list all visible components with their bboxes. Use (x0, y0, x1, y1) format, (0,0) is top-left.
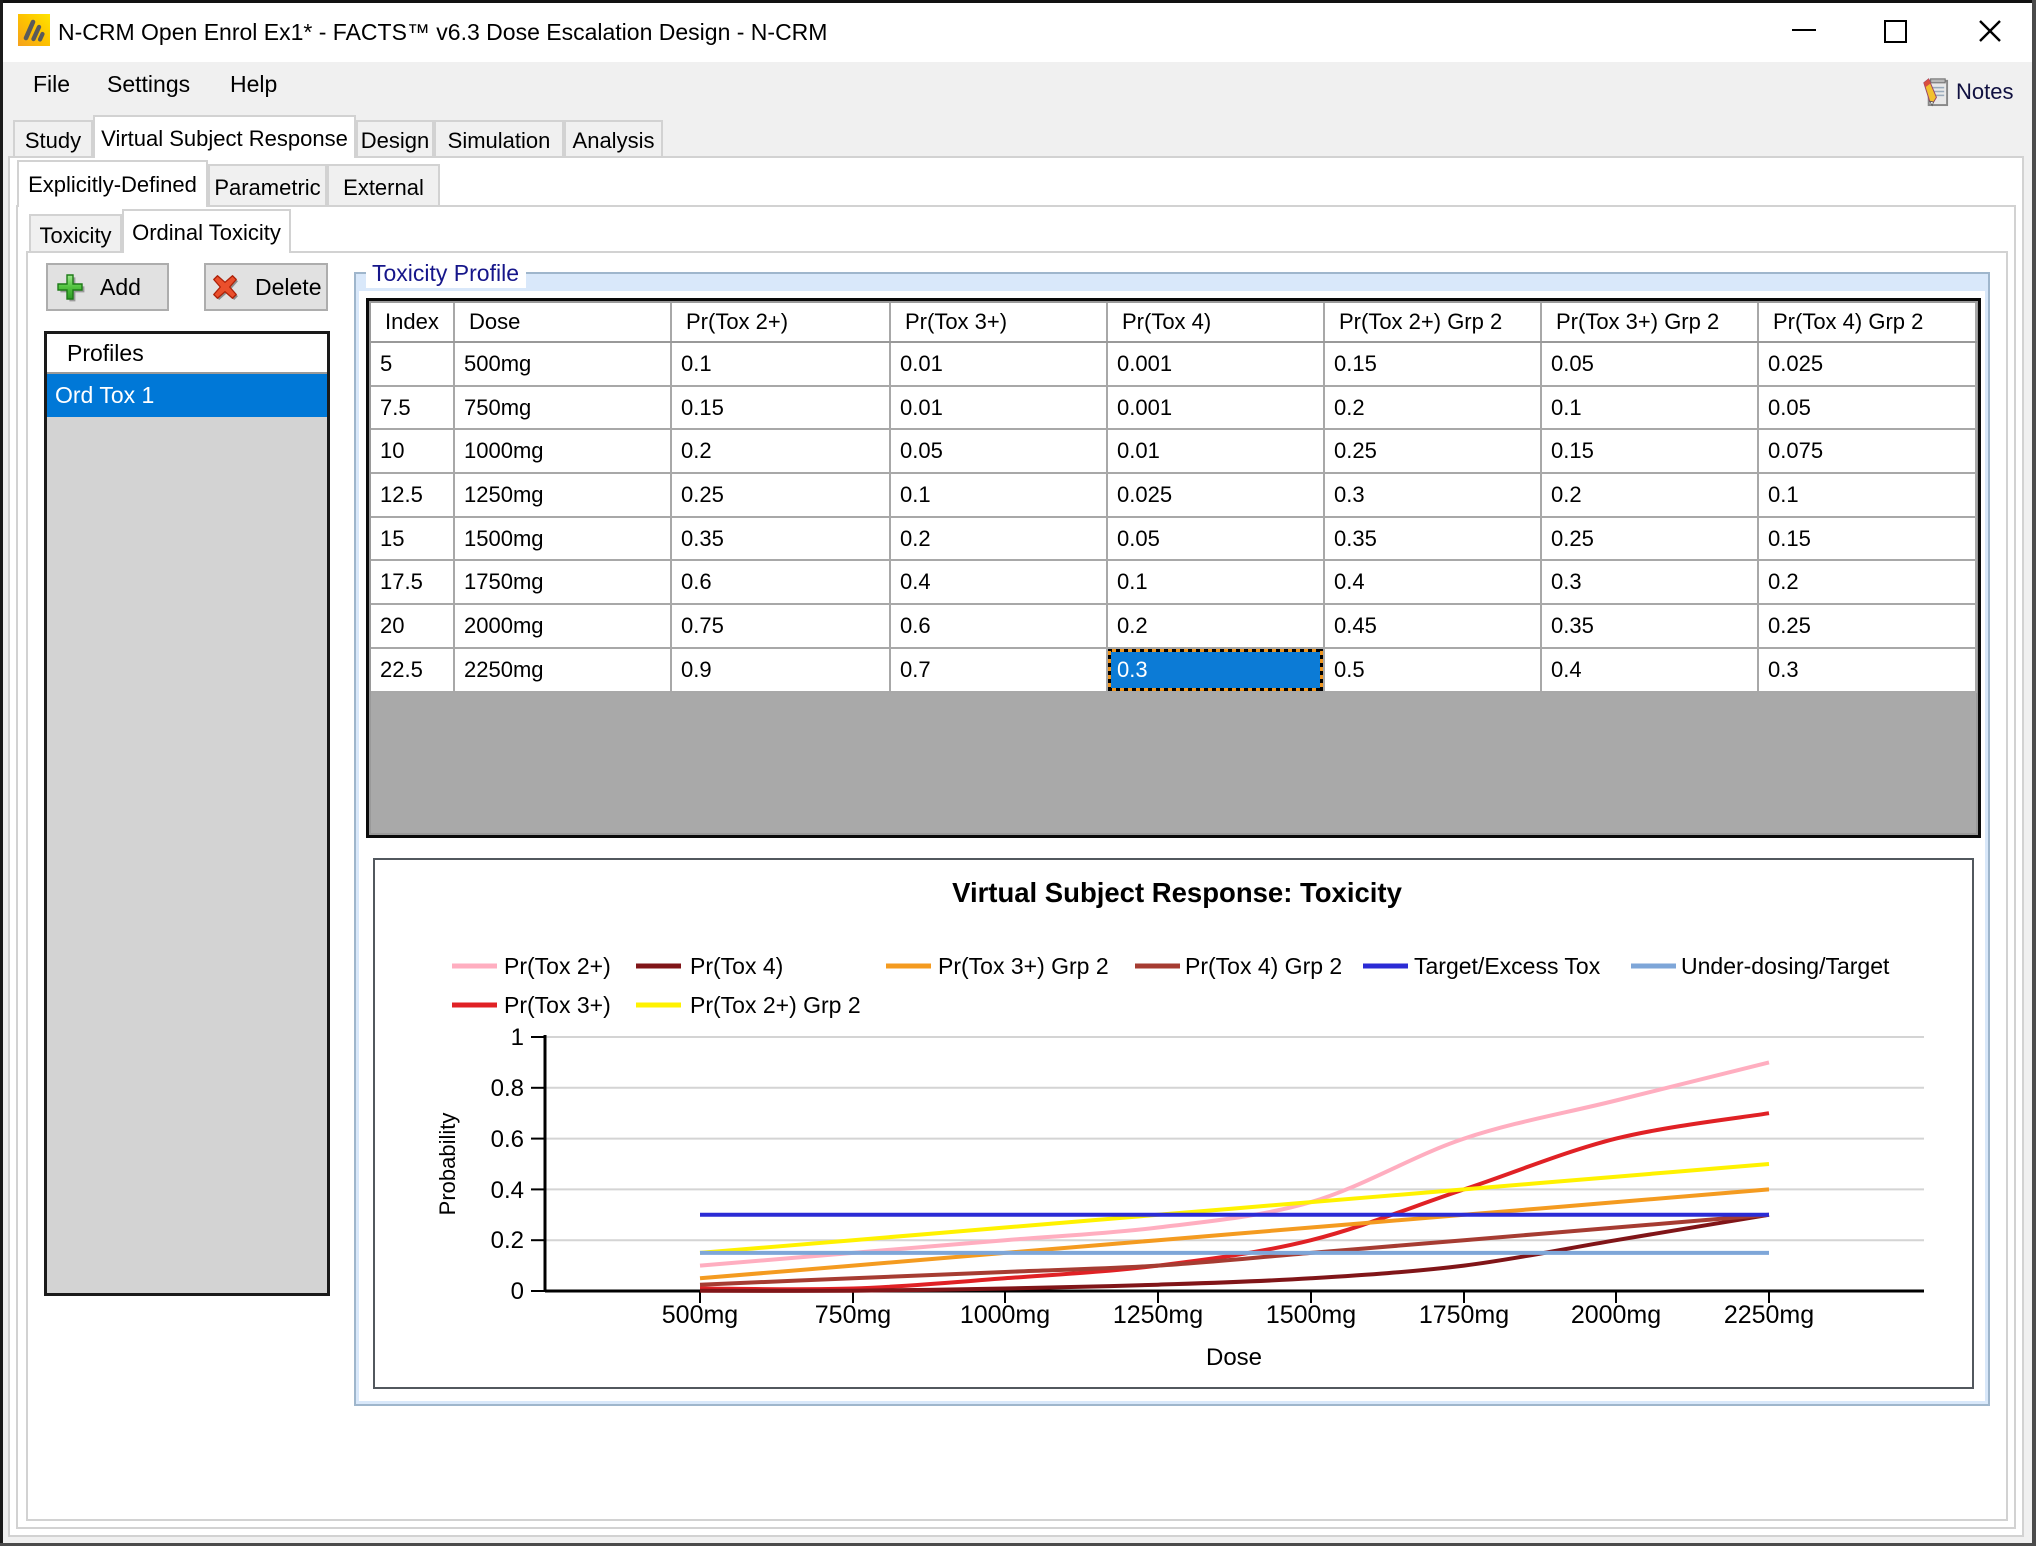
svg-text:Probability: Probability (435, 1113, 460, 1216)
svg-text:2000mg: 2000mg (1571, 1301, 1661, 1329)
svg-text:Pr(Tox 3+): Pr(Tox 3+) (504, 992, 611, 1018)
svg-text:Pr(Tox 2+): Pr(Tox 2+) (504, 953, 611, 979)
svg-text:Pr(Tox 4) Grp 2: Pr(Tox 4) Grp 2 (1185, 953, 1342, 979)
svg-text:0: 0 (511, 1278, 524, 1305)
svg-text:1750mg: 1750mg (1419, 1301, 1509, 1329)
svg-text:0.2: 0.2 (491, 1227, 524, 1254)
svg-text:0.8: 0.8 (491, 1075, 524, 1102)
svg-text:1000mg: 1000mg (960, 1301, 1050, 1329)
svg-text:1500mg: 1500mg (1266, 1301, 1356, 1329)
svg-text:Pr(Tox 3+) Grp 2: Pr(Tox 3+) Grp 2 (938, 953, 1109, 979)
svg-text:Target/Excess Tox: Target/Excess Tox (1414, 953, 1601, 979)
svg-text:750mg: 750mg (815, 1301, 891, 1329)
svg-text:1250mg: 1250mg (1113, 1301, 1203, 1329)
svg-text:Under-dosing/Target: Under-dosing/Target (1681, 953, 1890, 979)
svg-text:Dose: Dose (1206, 1344, 1262, 1371)
svg-text:Pr(Tox 2+) Grp 2: Pr(Tox 2+) Grp 2 (690, 992, 861, 1018)
svg-text:500mg: 500mg (662, 1301, 738, 1329)
svg-text:Pr(Tox 4): Pr(Tox 4) (690, 953, 783, 979)
svg-text:0.6: 0.6 (491, 1126, 524, 1153)
svg-text:2250mg: 2250mg (1724, 1301, 1814, 1329)
svg-text:Virtual Subject Response: Toxi: Virtual Subject Response: Toxicity (952, 877, 1402, 908)
svg-text:1: 1 (511, 1024, 524, 1051)
svg-text:0.4: 0.4 (491, 1177, 524, 1204)
